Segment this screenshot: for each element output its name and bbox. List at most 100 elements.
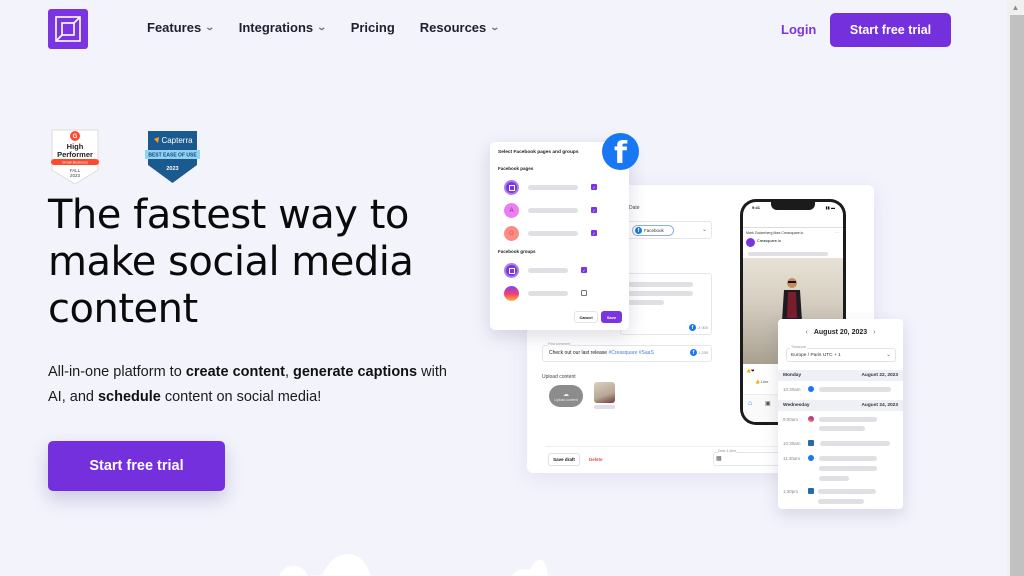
nav-features[interactable]: Features ⌄ (147, 20, 215, 35)
svg-text:G: G (73, 134, 78, 140)
start-trial-button-hero[interactable]: Start free trial (48, 441, 225, 491)
modal-title: Select Facebook pages and groups (498, 150, 579, 155)
placeholder-bar (818, 489, 876, 494)
cloud-upload-icon: ☁ (563, 391, 569, 398)
nav-resources[interactable]: Resources ⌄ (420, 20, 501, 35)
placeholder-bar (528, 231, 578, 236)
linkedin-icon (808, 488, 814, 494)
placeholder-bar (628, 300, 664, 305)
instagram-icon (808, 416, 814, 422)
placeholder-bar (528, 291, 568, 296)
sub-emphasis: generate captions (293, 364, 418, 380)
day-header: Wednesday August 24, 2023 (778, 400, 903, 411)
page-name: Creasquare.io (757, 239, 781, 243)
facebook-chip: f Facebook (632, 225, 674, 236)
checkbox-checked: ✓ (581, 267, 587, 273)
day-date: August 24, 2023 (861, 403, 898, 408)
page-avatar (746, 238, 755, 247)
placeholder-bar (818, 499, 864, 504)
video-icon: ▣ (765, 401, 771, 407)
chevron-down-icon: ⌄ (489, 22, 501, 32)
placeholder-bar (628, 282, 693, 287)
timezone-label: Timezone (790, 345, 808, 349)
hero-subheadline: All-in-one platform to create content, g… (48, 360, 448, 410)
day-name: Wednesday (783, 403, 810, 408)
scroll-up-arrow-icon[interactable]: ▲ (1007, 0, 1024, 15)
calendar-icon: ▦ (716, 456, 722, 462)
chevron-down-icon: ⌄ (702, 227, 708, 233)
phone-time: 9:41 (752, 205, 761, 210)
day-date: August 22, 2023 (861, 373, 898, 378)
comment-hashtags: #Creasquare #SaaS (608, 350, 654, 356)
sub-text: , (284, 364, 293, 380)
nav-label: Features (147, 20, 202, 35)
date-time-field (713, 452, 783, 466)
slot-time: 10:30am (783, 387, 801, 392)
group-avatar-gradient (504, 286, 519, 301)
delete-button: Delete (589, 457, 603, 462)
facebook-icon: f (690, 349, 697, 356)
schedule-calendar-card: ‹ August 20, 2023 › Europe / Paris UTC + 1… (778, 319, 903, 509)
capterra-brand: Capterra (161, 136, 193, 145)
post-header: Mark Zuckerberg likes Creasquare.io (746, 231, 804, 235)
facebook-icon: f (635, 227, 642, 234)
upload-button-label: Upload content (554, 397, 578, 402)
facebook-icon (808, 455, 814, 461)
day-header: Monday August 22, 2023 (778, 370, 903, 381)
nav-label: Pricing (350, 20, 395, 35)
g2-high-performer-badge: G High Performer Small Business FALL 202… (51, 129, 99, 185)
slot-time: 9:00am (783, 417, 799, 422)
slot-time: 1:30pm (783, 489, 799, 494)
slot-time: 11:30am (783, 456, 801, 461)
modal-save-button: Save (601, 311, 622, 323)
placeholder-bar (819, 426, 865, 431)
comment-count: 1 230 (698, 350, 709, 355)
groups-section-label: Facebook groups (498, 249, 536, 254)
sub-text: content on social media! (160, 389, 322, 405)
placeholder-bar (528, 185, 578, 190)
sub-text: All-in-one platform to (48, 364, 186, 380)
capterra-ribbon: BEST EASE OF USE (148, 153, 197, 159)
checkbox-checked: ✓ (591, 207, 597, 213)
scrollbar[interactable]: ▲ (1007, 0, 1024, 576)
nav-integrations[interactable]: Integrations ⌄ (239, 20, 328, 35)
thumbs-up-icon: 👍 (755, 379, 760, 384)
first-comment-text: Check out our last release #Creasquare #… (549, 350, 654, 356)
placeholder-bar (748, 252, 828, 256)
start-trial-button-header[interactable]: Start free trial (830, 13, 951, 47)
logo[interactable] (48, 9, 88, 49)
capterra-badge: Capterra BEST EASE OF USE 2023 (145, 131, 200, 183)
placeholder-bar (819, 476, 849, 481)
facebook-logo-icon: f (602, 133, 639, 170)
facebook-icon (808, 386, 814, 392)
main-nav: Features ⌄ Integrations ⌄ Pricing Resource… (147, 20, 524, 35)
g2-ribbon: Small Business (62, 161, 88, 165)
char-count: 2 000 (698, 325, 709, 330)
checkbox-unchecked (581, 290, 587, 296)
calendar-header: ‹ August 20, 2023 › (778, 329, 903, 336)
save-draft-button: Save draft (548, 453, 580, 466)
phone-notch (771, 202, 815, 210)
slot-time: 10:30am (783, 441, 801, 446)
logo-icon (55, 16, 81, 42)
placeholder-bar (594, 405, 615, 409)
login-link[interactable]: Login (781, 22, 816, 37)
g2-line2: Performer (57, 150, 93, 159)
chevron-down-icon: ⌄ (885, 352, 891, 358)
placeholder-bar (819, 466, 877, 471)
placeholder-bar (819, 417, 877, 422)
like-button: 👍 Like (755, 379, 768, 384)
capterra-year: 2023 (166, 166, 178, 172)
scroll-thumb[interactable] (1010, 15, 1024, 576)
nav-pricing[interactable]: Pricing (351, 20, 395, 35)
uploaded-image-thumbnail (594, 382, 615, 403)
placeholder-bar (528, 208, 578, 213)
cloud-decoration (279, 553, 548, 576)
divider (743, 227, 843, 228)
upload-label: Upload content (542, 374, 576, 380)
hero-headline: The fastest way to make social media con… (48, 192, 414, 332)
facebook-select-modal: Select Facebook pages and groups Faceboo… (490, 142, 629, 330)
modal-cancel-button: Cancel (574, 311, 598, 323)
chevron-down-icon: ⌄ (316, 22, 328, 32)
linkedin-icon (808, 440, 814, 446)
